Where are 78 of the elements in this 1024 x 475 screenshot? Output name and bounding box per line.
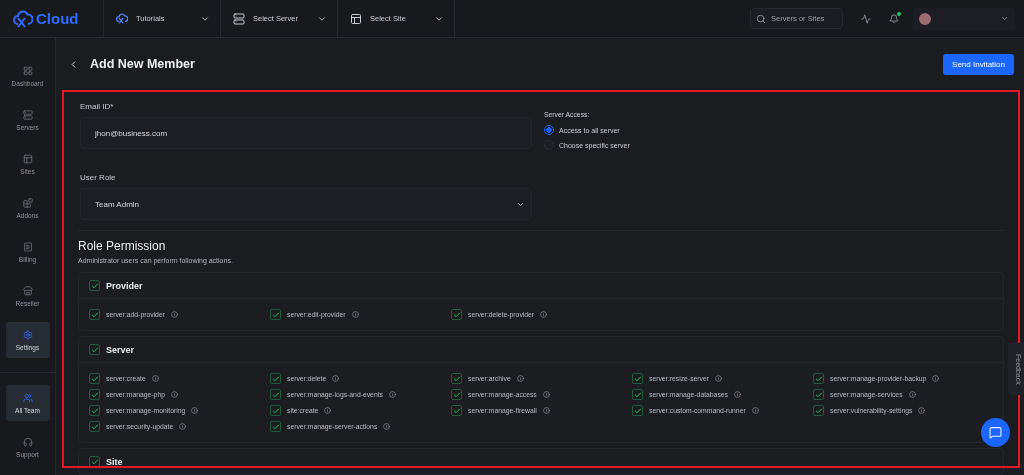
radio-button[interactable] [544, 125, 554, 135]
checkbox[interactable] [813, 373, 824, 384]
info-icon [191, 407, 199, 414]
group-name: Server [106, 344, 135, 355]
user-menu[interactable] [913, 7, 1015, 30]
info-icon [932, 375, 940, 382]
info-icon [918, 407, 926, 414]
info-icon [170, 391, 178, 398]
checkbox[interactable] [451, 389, 462, 400]
info-icon [516, 375, 524, 382]
email-input-field[interactable]: jhon@business.com [80, 117, 532, 149]
headset-icon [22, 436, 33, 447]
checkbox[interactable] [89, 309, 100, 320]
chevron-down-icon [1000, 14, 1009, 23]
info-icon [542, 391, 550, 398]
checkbox[interactable] [270, 389, 281, 400]
role-select-field[interactable]: Team Admin [80, 188, 532, 220]
checkbox[interactable] [451, 309, 462, 320]
checkbox[interactable] [451, 373, 462, 384]
store-icon [22, 285, 33, 296]
activity-button[interactable] [861, 13, 871, 24]
checkbox[interactable] [632, 389, 643, 400]
section-title: Role Permission [78, 239, 167, 253]
checkbox[interactable] [89, 373, 100, 384]
checkbox[interactable] [813, 405, 824, 416]
page-title: Add New Member [90, 57, 196, 71]
checkbox[interactable] [632, 405, 643, 416]
info-icon [324, 407, 332, 414]
cloud-logo-icon [116, 13, 128, 24]
field-label: User Role [80, 173, 117, 182]
server-icon [233, 12, 245, 25]
info-icon [351, 311, 359, 318]
bell-icon [889, 13, 899, 24]
info-icon [179, 423, 187, 430]
checkbox[interactable] [270, 421, 281, 432]
info-icon [733, 391, 741, 398]
blocks-icon [22, 197, 33, 208]
send-invitation-button[interactable]: Send Invitation [943, 53, 1014, 75]
field-label: Email ID* [80, 102, 115, 111]
pulse-icon [861, 13, 871, 24]
info-icon [332, 375, 340, 382]
checkbox[interactable] [451, 405, 462, 416]
avatar [919, 12, 931, 25]
brand-name: Cloud [36, 10, 79, 27]
window-icon [350, 12, 362, 25]
server-icon [22, 109, 33, 120]
checkbox[interactable] [89, 421, 100, 432]
info-icon [151, 375, 159, 382]
search-icon [756, 13, 766, 24]
checkbox[interactable] [89, 280, 100, 291]
checkbox[interactable] [89, 344, 100, 355]
info-icon [908, 391, 916, 398]
checkbox[interactable] [813, 389, 824, 400]
cloud-logo-icon [13, 9, 33, 28]
chat-button[interactable] [981, 418, 1010, 447]
checkbox[interactable] [270, 405, 281, 416]
people-icon [22, 392, 33, 403]
group-name: Site [106, 456, 123, 467]
info-icon [170, 311, 178, 318]
info-icon [715, 375, 723, 382]
receipt-icon [22, 241, 33, 252]
checkbox[interactable] [89, 456, 100, 467]
notification-button[interactable] [889, 13, 899, 24]
info-icon [751, 407, 759, 414]
window-icon [22, 153, 33, 164]
settings-icon [22, 329, 33, 340]
checkbox[interactable] [89, 389, 100, 400]
info-icon [383, 423, 391, 430]
checkbox[interactable] [270, 373, 281, 384]
checkbox[interactable] [89, 405, 100, 416]
info-icon [388, 391, 396, 398]
chat-icon [989, 426, 1002, 439]
info-icon [542, 407, 550, 414]
info-icon [540, 311, 548, 318]
grid-icon [22, 65, 33, 76]
group-name: Provider [106, 280, 143, 291]
checkbox[interactable] [270, 309, 281, 320]
checkbox[interactable] [632, 373, 643, 384]
